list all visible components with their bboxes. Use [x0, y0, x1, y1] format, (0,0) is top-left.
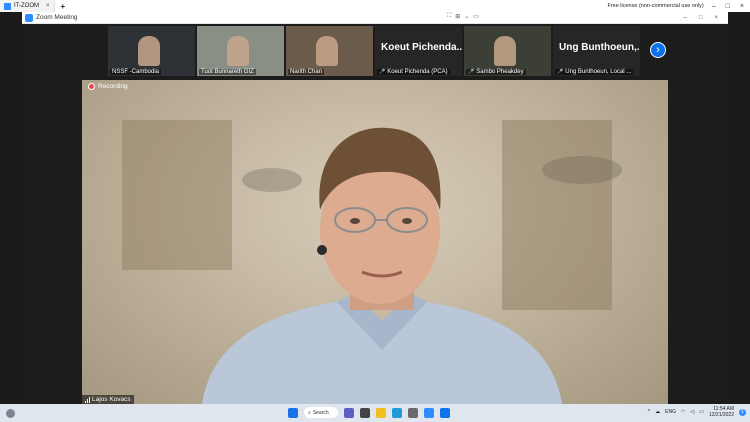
taskbar-search-box[interactable]: ⌕ Search: [304, 407, 338, 418]
search-icon: ⌕: [308, 409, 311, 416]
recording-icon: [88, 83, 95, 90]
edge-icon[interactable]: [392, 407, 402, 418]
mic-muted-icon: 🎤: [468, 69, 475, 75]
language-indicator[interactable]: ENG: [665, 409, 676, 415]
windows-start-icon[interactable]: [288, 407, 298, 418]
mic-muted-icon: 🎤: [379, 69, 386, 75]
zoom-minimize-button[interactable]: –: [684, 15, 687, 21]
remote-session-tab[interactable]: IT-ZOOM ×: [0, 0, 55, 12]
participant-tile[interactable]: Tuot Bunnareth GIZ: [197, 26, 284, 76]
next-page-button[interactable]: ›: [650, 42, 666, 58]
participant-tile[interactable]: Ung Bunthoeun,... 🎤 Ung Bunthoeun, Local .…: [553, 26, 640, 76]
battery-icon[interactable]: ▭: [699, 409, 704, 415]
participant-name-label: Narith Chan: [288, 69, 325, 75]
store-icon[interactable]: [408, 407, 418, 418]
weather-icon[interactable]: [6, 408, 15, 418]
system-tray: ^ ☁ ENG ◠ ◁ ▭ 11:54 AM 12/21/2022 1: [648, 406, 746, 418]
window-icon[interactable]: ▭: [473, 13, 479, 20]
participant-name: Tuot Bunnareth GIZ: [201, 69, 254, 75]
zoom-logo-icon: [25, 13, 33, 22]
zoom-close-button[interactable]: ×: [714, 15, 718, 21]
clock-date: 12/21/2022: [708, 412, 734, 418]
speaker-image: [122, 120, 622, 404]
zoom-taskbar-icon[interactable]: [424, 407, 434, 418]
clock[interactable]: 11:54 AM 12/21/2022: [709, 406, 734, 418]
view-icon[interactable]: ⊞: [455, 13, 460, 20]
participant-name: Ung Bunthoeun, Local ...: [565, 69, 632, 75]
windows-taskbar: ⌕ Search ^ ☁ ENG ◠ ◁ ▭ 11:54 AM 12/21/20…: [0, 404, 750, 422]
signal-strength-icon: [85, 396, 90, 403]
participant-tile[interactable]: 🎤 Sambo Pheakdey: [464, 26, 551, 76]
zoom-maximize-button[interactable]: □: [699, 15, 703, 21]
active-speaker-video[interactable]: Recording Lajos Kovacs: [82, 80, 668, 404]
new-tab-button[interactable]: +: [55, 2, 72, 11]
remote-window-titlebar: IT-ZOOM × + Free license (non-commercial…: [0, 0, 750, 12]
speaker-name-tag: Lajos Kovacs: [82, 395, 134, 404]
cloud-icon[interactable]: ☁: [655, 409, 660, 415]
participant-name-label: 🎤 Sambo Pheakdey: [466, 69, 526, 75]
maximize-button[interactable]: □: [726, 3, 730, 10]
wifi-icon[interactable]: ◠: [681, 409, 685, 415]
license-notice: Free license (non-commercial use only): [607, 3, 704, 9]
participant-video: [316, 36, 338, 66]
volume-icon[interactable]: ◁: [690, 409, 694, 415]
file-explorer-icon[interactable]: [376, 407, 386, 418]
chevron-up-icon[interactable]: ^: [648, 409, 650, 415]
participant-name-label: Tuot Bunnareth GIZ: [199, 69, 256, 75]
chevron-down-icon[interactable]: ⌄: [464, 13, 469, 20]
zoom-window-title: Zoom Meeting: [36, 14, 78, 21]
teams-icon[interactable]: [344, 407, 354, 418]
notification-badge[interactable]: 1: [739, 408, 746, 416]
participant-name-label: 🎤 Koeut Pichenda (PCA): [377, 69, 450, 75]
fullscreen-icon[interactable]: ⛶: [447, 13, 451, 20]
speaker-name: Lajos Kovacs: [92, 396, 131, 403]
tab-close-icon[interactable]: ×: [46, 3, 50, 9]
recording-label: Recording: [98, 83, 128, 90]
close-button[interactable]: ×: [740, 3, 744, 10]
participant-video: [494, 36, 516, 66]
participant-tile[interactable]: NSSF -Cambodia: [108, 26, 195, 76]
participant-video: [138, 36, 160, 66]
task-view-icon[interactable]: [360, 407, 370, 418]
zoom-app-icon: [4, 2, 11, 10]
participant-strip: NSSF -Cambodia Tuot Bunnareth GIZ Narith C…: [108, 26, 668, 76]
participant-name: Koeut Pichenda (PCA): [387, 69, 448, 75]
participant-name-label: NSSF -Cambodia: [110, 69, 162, 75]
participant-video: [227, 36, 249, 66]
recording-indicator: Recording: [88, 83, 128, 90]
search-label: Search: [312, 409, 329, 416]
participant-tile[interactable]: Narith Chan: [286, 26, 373, 76]
minimize-button[interactable]: –: [712, 3, 716, 10]
remote-tab-title: IT-ZOOM: [14, 3, 39, 9]
participant-display-name: Koeut Pichenda...: [381, 42, 462, 53]
chat-icon[interactable]: [440, 407, 450, 418]
participant-name-label: 🎤 Ung Bunthoeun, Local ...: [555, 69, 634, 75]
participant-tile[interactable]: Koeut Pichenda... 🎤 Koeut Pichenda (PCA): [375, 26, 462, 76]
zoom-titlebar: Zoom Meeting ⛶ ⊞ ⌄ ▭ – □ ×: [22, 12, 728, 24]
participant-name: NSSF -Cambodia: [112, 69, 160, 75]
participant-name: Sambo Pheakdey: [476, 69, 524, 75]
participant-name: Narith Chan: [290, 69, 323, 75]
participant-display-name: Ung Bunthoeun,...: [559, 42, 640, 53]
mic-muted-icon: 🎤: [557, 69, 564, 75]
